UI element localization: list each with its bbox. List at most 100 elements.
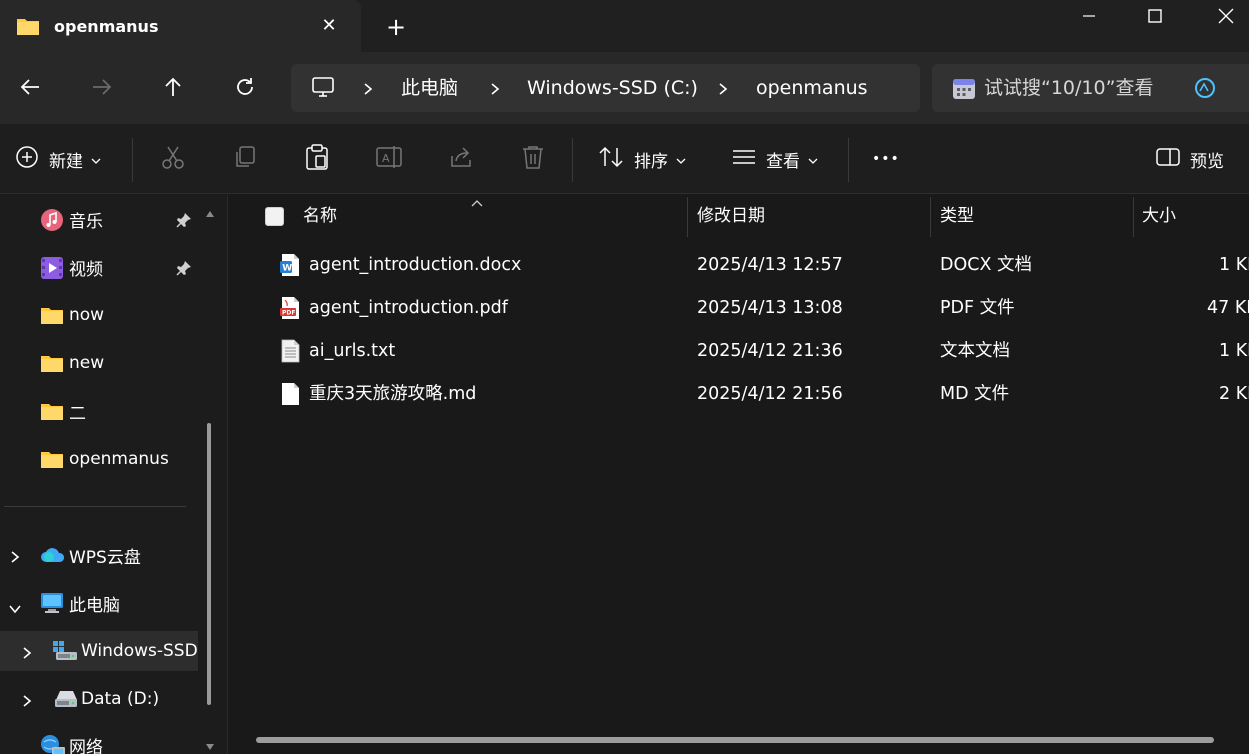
preview-button[interactable]: 预览	[1156, 124, 1224, 194]
chevron-right-icon[interactable]	[22, 645, 32, 664]
toolbar-divider	[572, 138, 573, 182]
horizontal-scrollbar-thumb[interactable]	[256, 737, 1214, 743]
sort-label: 排序	[634, 151, 668, 172]
word-doc-icon: W	[279, 253, 301, 281]
scroll-down-arrow-icon[interactable]	[205, 736, 215, 754]
sort-button[interactable]: 排序	[598, 124, 686, 194]
sidebar-item-network[interactable]: 网络	[0, 725, 198, 754]
ai-assistant-icon[interactable]	[1194, 77, 1216, 103]
sidebar-item-label: 音乐	[69, 211, 103, 232]
breadcrumb-drive-c[interactable]: Windows-SSD (C:)	[527, 64, 698, 112]
sidebar-item-now[interactable]: now	[0, 295, 198, 335]
forward-button[interactable]	[87, 72, 117, 102]
svg-text:W: W	[282, 264, 292, 274]
sidebar-item-label: now	[69, 305, 105, 325]
view-button[interactable]: 查看	[732, 124, 818, 194]
sidebar-item-wps-cloud[interactable]: WPS云盘	[0, 535, 198, 575]
sidebar-scrollbar-thumb[interactable]	[207, 423, 211, 705]
trash-icon	[520, 144, 546, 174]
music-icon	[40, 208, 64, 236]
sidebar-item-windows-ssd[interactable]: Windows-SSD	[0, 631, 198, 671]
file-list: 名称 修改日期 类型 大小 W agent_introduction.docx …	[229, 195, 1249, 754]
new-button[interactable]: 新建	[15, 124, 101, 194]
rename-button[interactable]: A	[375, 124, 403, 194]
text-file-icon	[279, 339, 301, 367]
refresh-button[interactable]	[230, 72, 260, 102]
up-button[interactable]	[158, 72, 188, 102]
sidebar-item-label: 此电脑	[69, 595, 120, 616]
pin-icon[interactable]	[176, 260, 192, 280]
sort-icon	[598, 145, 624, 173]
chevron-right-icon[interactable]	[718, 81, 728, 100]
sidebar-item-videos[interactable]: 视频	[0, 247, 198, 287]
pane-splitter[interactable]	[222, 195, 228, 754]
minimize-button[interactable]	[1066, 0, 1112, 32]
chevron-right-icon[interactable]	[490, 81, 500, 100]
file-name: 重庆3天旅游攻略.md	[309, 384, 477, 404]
scissors-icon	[160, 144, 186, 174]
maximize-button[interactable]	[1132, 0, 1178, 32]
cut-button[interactable]	[160, 124, 186, 194]
sidebar-item-this-pc[interactable]: 此电脑	[0, 583, 198, 623]
sidebar-item-data-d[interactable]: Data (D:)	[0, 679, 198, 719]
view-label: 查看	[766, 151, 800, 172]
sidebar-scrollbar[interactable]	[200, 195, 222, 754]
svg-text:PDF: PDF	[282, 310, 295, 317]
new-label: 新建	[49, 151, 83, 172]
column-divider[interactable]	[1133, 197, 1134, 237]
pdf-file-icon: PDF	[279, 296, 301, 324]
column-header-type[interactable]: 类型	[940, 195, 974, 237]
chevron-right-icon[interactable]	[10, 549, 20, 568]
share-button[interactable]	[448, 124, 474, 194]
folder-icon	[40, 352, 64, 378]
file-row[interactable]: 重庆3天旅游攻略.md 2025/4/12 21:56 MD 文件 2 KB	[229, 373, 1249, 416]
folder-icon	[16, 15, 40, 41]
chevron-down-icon	[676, 150, 686, 169]
computer-icon	[40, 592, 64, 618]
file-name: ai_urls.txt	[309, 341, 396, 361]
breadcrumb-openmanus[interactable]: openmanus	[756, 64, 868, 112]
scroll-up-arrow-icon[interactable]	[205, 203, 215, 222]
more-options-button[interactable]: •••	[872, 124, 900, 194]
chevron-down-icon	[808, 150, 818, 169]
share-icon	[448, 144, 474, 174]
sort-ascending-icon	[470, 195, 484, 212]
chevron-right-icon[interactable]	[363, 81, 373, 100]
copy-button[interactable]	[232, 124, 258, 194]
sidebar-item-er[interactable]: 二	[0, 391, 198, 431]
blank-file-icon	[279, 382, 301, 410]
tab-close-button[interactable]: ✕	[318, 15, 340, 37]
title-bar: openmanus ✕ +	[0, 0, 1249, 52]
sidebar-item-music[interactable]: 音乐	[0, 199, 198, 239]
column-header-modified[interactable]: 修改日期	[697, 195, 765, 237]
back-button[interactable]	[15, 72, 45, 102]
tab-openmanus[interactable]: openmanus ✕	[0, 0, 361, 52]
sidebar-item-new[interactable]: new	[0, 343, 198, 383]
sidebar-item-openmanus[interactable]: openmanus	[0, 439, 198, 479]
paste-button[interactable]	[304, 124, 330, 194]
delete-button[interactable]	[520, 124, 546, 194]
pin-icon[interactable]	[176, 212, 192, 232]
column-divider[interactable]	[687, 197, 688, 237]
sidebar-item-label: 视频	[69, 259, 103, 280]
column-header-name[interactable]: 名称	[303, 195, 337, 237]
toolbar-divider	[132, 138, 133, 182]
chevron-down-icon	[91, 150, 101, 169]
close-window-button[interactable]	[1203, 0, 1249, 32]
select-all-checkbox[interactable]	[265, 207, 284, 226]
chevron-right-icon[interactable]	[22, 693, 32, 712]
search-box[interactable]: 试试搜“10/10”查看	[932, 64, 1249, 112]
file-row[interactable]: ai_urls.txt 2025/4/12 21:36 文本文档 1 KB	[229, 330, 1249, 373]
chevron-down-icon[interactable]	[8, 599, 22, 618]
search-input[interactable]: 试试搜“10/10”查看	[984, 64, 1172, 112]
file-size: 1 KB	[1219, 341, 1249, 361]
column-header-size[interactable]: 大小	[1142, 195, 1176, 237]
file-row[interactable]: PDF agent_introduction.pdf 2025/4/13 13:…	[229, 287, 1249, 330]
address-bar[interactable]: 此电脑 Windows-SSD (C:) openmanus	[291, 64, 920, 112]
column-divider[interactable]	[930, 197, 931, 237]
new-tab-button[interactable]: +	[383, 14, 409, 40]
file-row[interactable]: W agent_introduction.docx 2025/4/13 12:5…	[229, 244, 1249, 287]
breadcrumb-this-pc[interactable]: 此电脑	[401, 64, 458, 112]
rename-icon: A	[375, 144, 403, 174]
file-size: 1 KB	[1219, 255, 1249, 275]
